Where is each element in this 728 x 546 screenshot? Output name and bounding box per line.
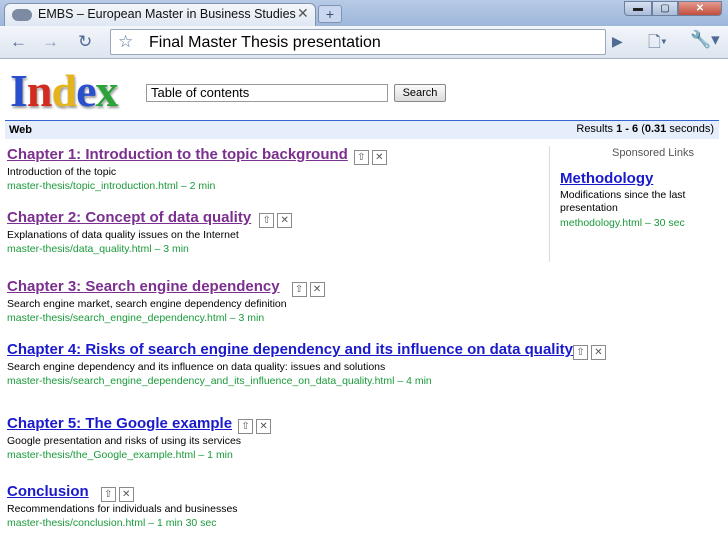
search-input[interactable]: Table of contents bbox=[146, 84, 388, 102]
result-description: Search engine dependency and its influen… bbox=[7, 361, 386, 373]
result-title-link[interactable]: Chapter 2: Concept of data quality bbox=[7, 209, 251, 226]
result-item: Chapter 3: Search engine dependency ⇧ ✕ Se… bbox=[7, 278, 325, 325]
result-item: Chapter 2: Concept of data quality ⇧ ✕ Exp… bbox=[7, 209, 293, 256]
result-actions: ⇧ ✕ bbox=[572, 342, 606, 360]
result-url: master-thesis/conclusion.html – 1 min 30… bbox=[7, 517, 217, 529]
result-title-link[interactable]: Chapter 3: Search engine dependency bbox=[7, 278, 280, 295]
result-url: master-thesis/topic_introduction.html – … bbox=[7, 180, 216, 192]
result-title-link[interactable]: Chapter 1: Introduction to the topic bac… bbox=[7, 146, 348, 163]
promote-icon[interactable]: ⇧ bbox=[238, 419, 254, 434]
star-icon[interactable]: ☆ bbox=[118, 32, 133, 52]
minimize-button[interactable]: ▬ bbox=[624, 1, 652, 16]
browser-toolbar: ← → ↻ ☆ Final Master Thesis presentation… bbox=[0, 26, 728, 59]
reload-icon[interactable]: ↻ bbox=[78, 33, 92, 51]
logo-letter: e bbox=[76, 65, 96, 116]
result-actions: ⇧ ✕ bbox=[251, 210, 293, 228]
results-bar: Web Results 1 - 6 (0.31 seconds) bbox=[5, 120, 719, 139]
maximize-button[interactable]: ▢ bbox=[652, 1, 678, 16]
favicon-icon bbox=[12, 9, 32, 21]
logo-letter: I bbox=[10, 65, 28, 116]
search-button[interactable]: Search bbox=[394, 84, 446, 102]
result-item: Chapter 4: Risks of search engine depend… bbox=[7, 341, 606, 388]
remove-icon[interactable]: ✕ bbox=[118, 487, 134, 502]
remove-icon[interactable]: ✕ bbox=[309, 282, 325, 297]
page-menu-icon[interactable]: 🗋▾ bbox=[648, 31, 667, 58]
promote-icon[interactable]: ⇧ bbox=[572, 345, 588, 360]
result-description: Google presentation and risks of using i… bbox=[7, 435, 242, 447]
logo-letter: d bbox=[51, 65, 78, 116]
result-actions: ⇧ ✕ bbox=[232, 416, 272, 434]
result-title-link[interactable]: Chapter 5: The Google example bbox=[7, 415, 232, 432]
result-url: master-thesis/the_Google_example.html – … bbox=[7, 449, 233, 461]
forward-icon[interactable]: → bbox=[42, 33, 59, 51]
index-logo: Index bbox=[10, 65, 119, 116]
result-actions: ⇧ ✕ bbox=[89, 484, 134, 502]
result-item: Chapter 5: The Google example ⇧ ✕ Google p… bbox=[7, 415, 272, 462]
wrench-menu-icon[interactable]: 🔧▾ bbox=[690, 30, 720, 50]
result-actions: ⇧ ✕ bbox=[280, 279, 325, 297]
browser-tab[interactable]: EMBS – European Master in Business Studi… bbox=[4, 3, 316, 26]
result-description: Explanations of data quality issues on t… bbox=[7, 229, 239, 241]
result-item: Conclusion ⇧ ✕ Recommendations for individ… bbox=[7, 483, 238, 530]
sponsored-label: Sponsored Links bbox=[612, 147, 694, 159]
back-icon[interactable]: ← bbox=[10, 33, 27, 51]
sponsored-description: Modifications since the last presentatio… bbox=[560, 189, 686, 214]
result-title-link[interactable]: Chapter 4: Risks of search engine depend… bbox=[7, 341, 573, 358]
close-window-button[interactable]: ✕ bbox=[678, 1, 722, 16]
result-title-link[interactable]: Conclusion bbox=[7, 483, 89, 500]
result-url: master-thesis/search_engine_dependency.h… bbox=[7, 312, 265, 324]
result-item: Chapter 1: Introduction to the topic bac… bbox=[7, 146, 387, 193]
logo-letter: n bbox=[26, 65, 53, 116]
logo-letter: x bbox=[95, 65, 119, 116]
result-url: master-thesis/search_engine_dependency_a… bbox=[7, 375, 432, 387]
result-description: Introduction of the topic bbox=[7, 166, 117, 178]
go-icon[interactable]: ▶ bbox=[612, 33, 623, 50]
address-text[interactable]: Final Master Thesis presentation bbox=[149, 34, 381, 52]
sponsored-links: Sponsored Links Methodology Modification… bbox=[549, 146, 721, 262]
new-tab-button[interactable]: + bbox=[318, 5, 342, 23]
web-label: Web bbox=[9, 124, 33, 136]
promote-icon[interactable]: ⇧ bbox=[291, 282, 307, 297]
remove-icon[interactable]: ✕ bbox=[277, 213, 293, 228]
tab-close-icon[interactable]: ✕ bbox=[297, 5, 309, 22]
results-stats: Results 1 - 6 (0.31 seconds) bbox=[576, 123, 714, 135]
sponsored-url: methodology.html – 30 sec bbox=[560, 217, 685, 229]
remove-icon[interactable]: ✕ bbox=[371, 150, 387, 165]
result-description: Search engine market, search engine depe… bbox=[7, 298, 287, 310]
remove-icon[interactable]: ✕ bbox=[590, 345, 606, 360]
sponsored-title-link[interactable]: Methodology bbox=[560, 170, 653, 187]
tab-title: EMBS – European Master in Business Studi… bbox=[38, 7, 296, 21]
title-bar: EMBS – European Master in Business Studi… bbox=[0, 0, 728, 26]
result-description: Recommendations for individuals and busi… bbox=[7, 503, 238, 515]
promote-icon[interactable]: ⇧ bbox=[259, 213, 275, 228]
address-bar[interactable]: ☆ Final Master Thesis presentation bbox=[110, 29, 606, 55]
result-actions: ⇧ ✕ bbox=[348, 147, 387, 165]
result-url: master-thesis/data_quality.html – 3 min bbox=[7, 243, 189, 255]
promote-icon[interactable]: ⇧ bbox=[353, 150, 369, 165]
remove-icon[interactable]: ✕ bbox=[256, 419, 272, 434]
promote-icon[interactable]: ⇧ bbox=[100, 487, 116, 502]
